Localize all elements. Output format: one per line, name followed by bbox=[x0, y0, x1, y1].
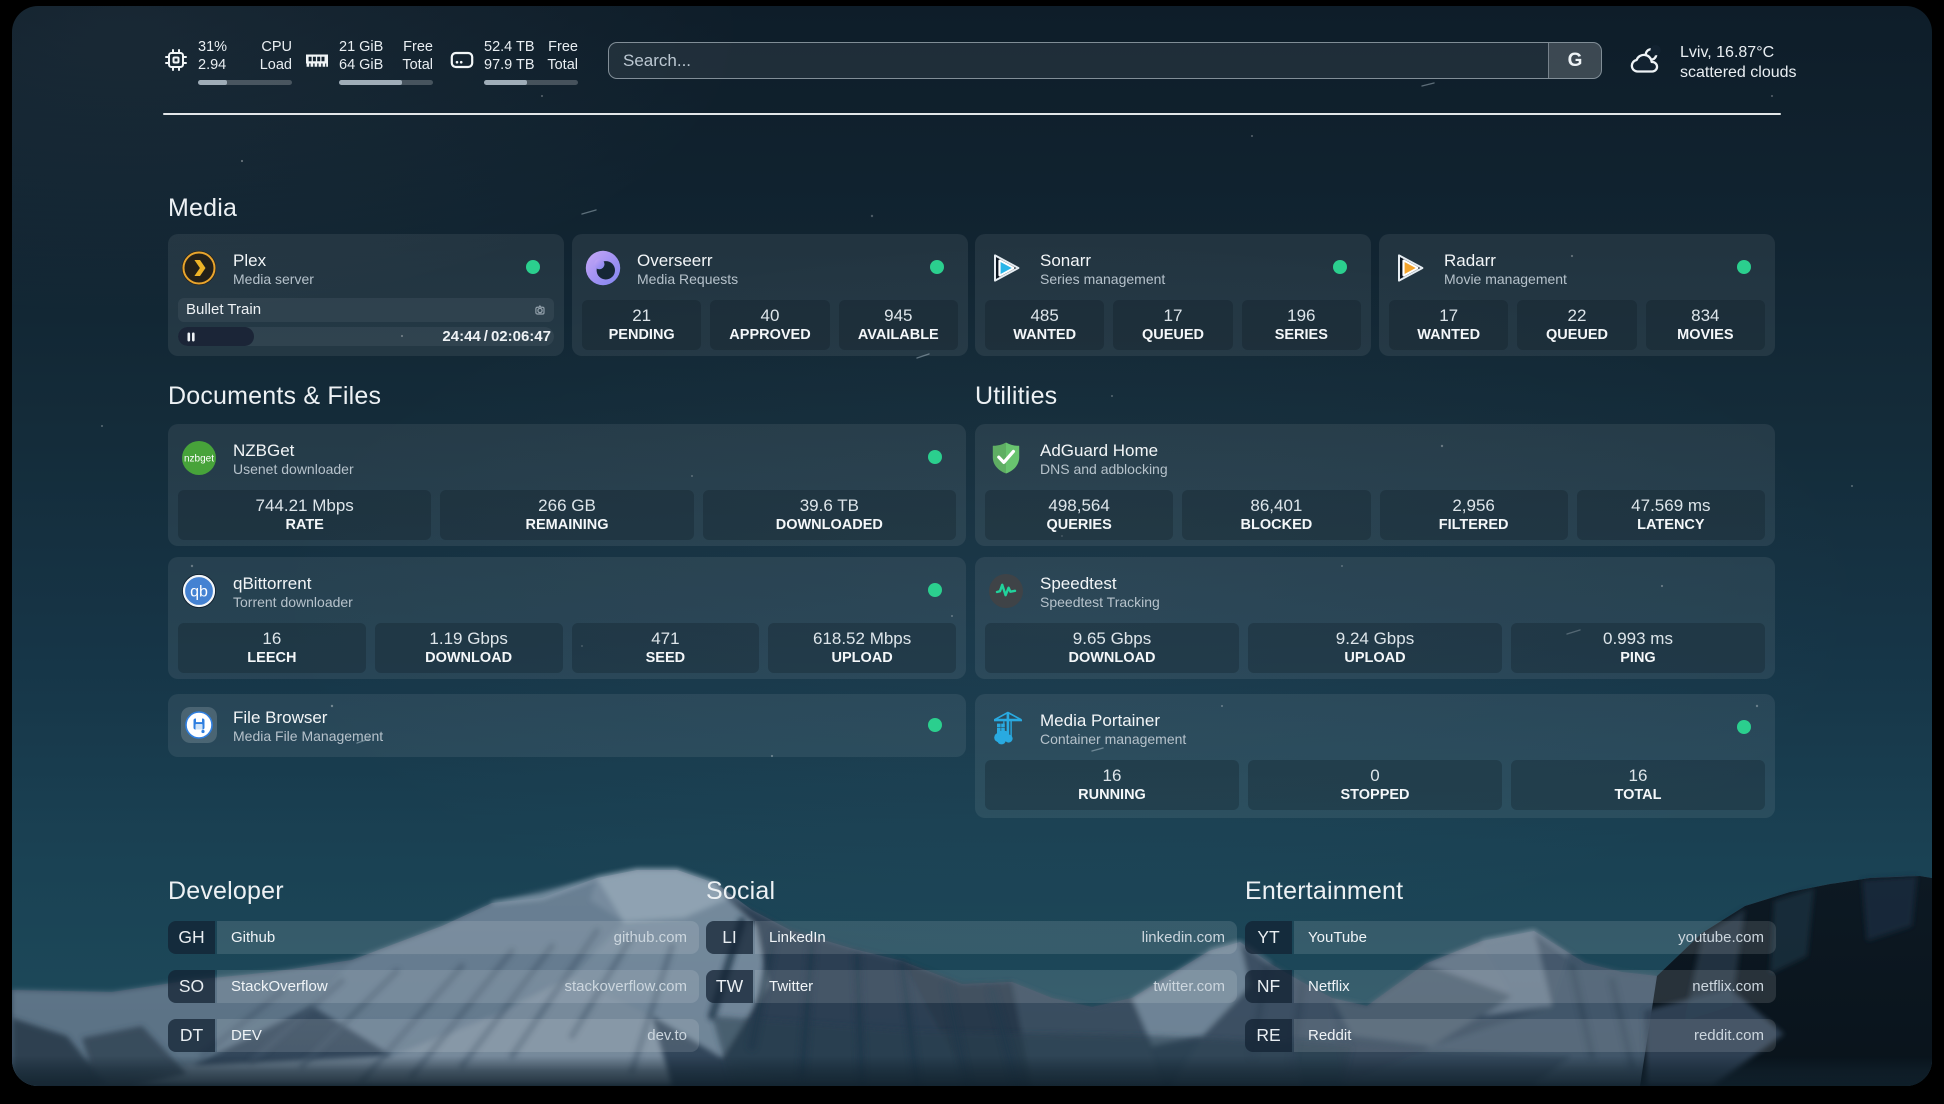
svg-text:qb: qb bbox=[190, 584, 208, 601]
svg-text:nzbget: nzbget bbox=[184, 453, 214, 464]
